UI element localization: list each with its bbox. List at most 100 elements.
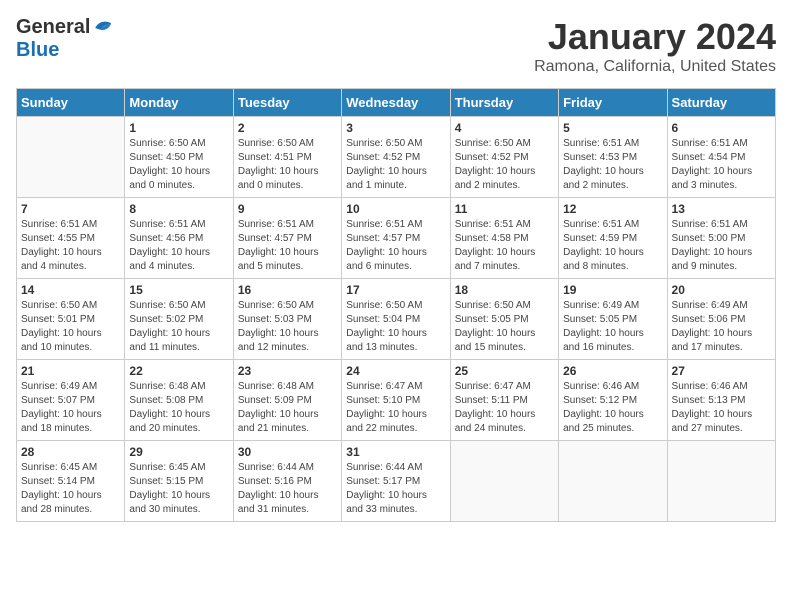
day-info: Sunrise: 6:50 AMSunset: 5:01 PMDaylight:… <box>21 299 120 355</box>
day-info: Sunrise: 6:51 AMSunset: 5:00 PMDaylight:… <box>672 218 771 274</box>
day-number: 31 <box>346 445 445 459</box>
day-info: Sunrise: 6:51 AMSunset: 4:56 PMDaylight:… <box>129 218 228 274</box>
day-info: Sunrise: 6:50 AMSunset: 4:52 PMDaylight:… <box>455 137 554 193</box>
day-info: Sunrise: 6:47 AMSunset: 5:11 PMDaylight:… <box>455 380 554 436</box>
calendar-cell: 25 Sunrise: 6:47 AMSunset: 5:11 PMDayligh… <box>450 360 558 441</box>
calendar-cell: 4Sunrise: 6:50 AMSunset: 4:52 PMDaylight… <box>450 117 558 198</box>
day-number: 9 <box>238 202 337 216</box>
day-number: 1 <box>129 121 228 135</box>
day-number: 24 <box>346 364 445 378</box>
calendar-cell: 21Sunrise: 6:49 AMSunset: 5:07 PMDayligh… <box>17 360 125 441</box>
calendar-day-header: Wednesday <box>342 89 450 117</box>
title-section: January 2024 Ramona, California, United … <box>534 16 776 76</box>
day-info: Sunrise: 6:51 AMSunset: 4:55 PMDaylight:… <box>21 218 120 274</box>
calendar-week-row: 1 Sunrise: 6:50 AMSunset: 4:50 PMDaylight… <box>17 117 776 198</box>
location-text: Ramona, California, United States <box>534 58 776 76</box>
day-info: Sunrise: 6:44 AMSunset: 5:16 PMDaylight:… <box>238 461 337 517</box>
day-number: 15 <box>129 283 228 297</box>
calendar-cell: 1 Sunrise: 6:50 AMSunset: 4:50 PMDaylight… <box>125 117 233 198</box>
logo: General Blue <box>16 16 116 62</box>
day-info: Sunrise: 6:45 AMSunset: 5:15 PMDaylight:… <box>129 461 228 517</box>
day-number: 2 <box>238 121 337 135</box>
calendar-cell: 12Sunrise: 6:51 AMSunset: 4:59 PMDayligh… <box>559 198 667 279</box>
day-number: 17 <box>346 283 445 297</box>
day-info: Sunrise: 6:50 AMSunset: 5:02 PMDaylight:… <box>129 299 228 355</box>
logo-blue-text: Blue <box>16 39 59 62</box>
calendar-cell: 7 Sunrise: 6:51 AMSunset: 4:55 PMDaylight… <box>17 198 125 279</box>
day-number: 13 <box>672 202 771 216</box>
day-number: 22 <box>129 364 228 378</box>
calendar-day-header: Monday <box>125 89 233 117</box>
calendar-cell: 13 Sunrise: 6:51 AMSunset: 5:00 PMDayligh… <box>667 198 775 279</box>
calendar-cell <box>17 117 125 198</box>
calendar-cell <box>667 441 775 522</box>
calendar-day-header: Friday <box>559 89 667 117</box>
calendar-cell: 17Sunrise: 6:50 AMSunset: 5:04 PMDayligh… <box>342 279 450 360</box>
calendar-cell: 16Sunrise: 6:50 AMSunset: 5:03 PMDayligh… <box>233 279 341 360</box>
day-number: 10 <box>346 202 445 216</box>
calendar-week-row: 14 Sunrise: 6:50 AMSunset: 5:01 PMDayligh… <box>17 279 776 360</box>
calendar-cell: 2 Sunrise: 6:50 AMSunset: 4:51 PMDaylight… <box>233 117 341 198</box>
day-number: 14 <box>21 283 120 297</box>
day-number: 5 <box>563 121 662 135</box>
day-info: Sunrise: 6:48 AMSunset: 5:08 PMDaylight:… <box>129 380 228 436</box>
day-info: Sunrise: 6:50 AMSunset: 5:05 PMDaylight:… <box>455 299 554 355</box>
calendar-cell: 8 Sunrise: 6:51 AMSunset: 4:56 PMDaylight… <box>125 198 233 279</box>
day-number: 30 <box>238 445 337 459</box>
day-info: Sunrise: 6:44 AMSunset: 5:17 PMDaylight:… <box>346 461 445 517</box>
day-number: 25 <box>455 364 554 378</box>
calendar-cell <box>559 441 667 522</box>
day-number: 6 <box>672 121 771 135</box>
day-number: 11 <box>455 202 554 216</box>
calendar-cell: 31 Sunrise: 6:44 AMSunset: 5:17 PMDayligh… <box>342 441 450 522</box>
day-info: Sunrise: 6:51 AMSunset: 4:57 PMDaylight:… <box>238 218 337 274</box>
calendar-cell: 26 Sunrise: 6:46 AMSunset: 5:12 PMDayligh… <box>559 360 667 441</box>
calendar-cell: 30 Sunrise: 6:44 AMSunset: 5:16 PMDayligh… <box>233 441 341 522</box>
day-number: 28 <box>21 445 120 459</box>
logo-general-text: General <box>16 16 90 39</box>
day-info: Sunrise: 6:51 AMSunset: 4:57 PMDaylight:… <box>346 218 445 274</box>
day-info: Sunrise: 6:46 AMSunset: 5:12 PMDaylight:… <box>563 380 662 436</box>
day-info: Sunrise: 6:51 AMSunset: 4:54 PMDaylight:… <box>672 137 771 193</box>
day-number: 26 <box>563 364 662 378</box>
calendar-day-header: Saturday <box>667 89 775 117</box>
day-number: 27 <box>672 364 771 378</box>
calendar-cell: 14 Sunrise: 6:50 AMSunset: 5:01 PMDayligh… <box>17 279 125 360</box>
day-info: Sunrise: 6:49 AMSunset: 5:06 PMDaylight:… <box>672 299 771 355</box>
calendar-cell: 29 Sunrise: 6:45 AMSunset: 5:15 PMDayligh… <box>125 441 233 522</box>
calendar-cell: 3Sunrise: 6:50 AMSunset: 4:52 PMDaylight… <box>342 117 450 198</box>
calendar-week-row: 7 Sunrise: 6:51 AMSunset: 4:55 PMDaylight… <box>17 198 776 279</box>
day-number: 12 <box>563 202 662 216</box>
calendar-cell: 5 Sunrise: 6:51 AMSunset: 4:53 PMDaylight… <box>559 117 667 198</box>
day-number: 20 <box>672 283 771 297</box>
day-info: Sunrise: 6:50 AMSunset: 4:52 PMDaylight:… <box>346 137 445 193</box>
day-info: Sunrise: 6:50 AMSunset: 4:50 PMDaylight:… <box>129 137 228 193</box>
calendar-cell: 28 Sunrise: 6:45 AMSunset: 5:14 PMDayligh… <box>17 441 125 522</box>
calendar-cell: 6 Sunrise: 6:51 AMSunset: 4:54 PMDaylight… <box>667 117 775 198</box>
page-header: General Blue January 2024 Ramona, Califo… <box>16 16 776 76</box>
calendar-cell: 23Sunrise: 6:48 AMSunset: 5:09 PMDayligh… <box>233 360 341 441</box>
calendar-cell <box>450 441 558 522</box>
calendar-cell: 10 Sunrise: 6:51 AMSunset: 4:57 PMDayligh… <box>342 198 450 279</box>
day-info: Sunrise: 6:50 AMSunset: 5:03 PMDaylight:… <box>238 299 337 355</box>
day-number: 19 <box>563 283 662 297</box>
day-info: Sunrise: 6:45 AMSunset: 5:14 PMDaylight:… <box>21 461 120 517</box>
calendar-day-header: Tuesday <box>233 89 341 117</box>
day-info: Sunrise: 6:51 AMSunset: 4:53 PMDaylight:… <box>563 137 662 193</box>
logo-bird-icon <box>92 18 116 38</box>
calendar-cell: 11Sunrise: 6:51 AMSunset: 4:58 PMDayligh… <box>450 198 558 279</box>
calendar-header-row: SundayMondayTuesdayWednesdayThursdayFrid… <box>17 89 776 117</box>
day-info: Sunrise: 6:46 AMSunset: 5:13 PMDaylight:… <box>672 380 771 436</box>
calendar-week-row: 28 Sunrise: 6:45 AMSunset: 5:14 PMDayligh… <box>17 441 776 522</box>
day-number: 18 <box>455 283 554 297</box>
day-number: 29 <box>129 445 228 459</box>
calendar-cell: 20 Sunrise: 6:49 AMSunset: 5:06 PMDayligh… <box>667 279 775 360</box>
calendar-week-row: 21Sunrise: 6:49 AMSunset: 5:07 PMDayligh… <box>17 360 776 441</box>
day-number: 7 <box>21 202 120 216</box>
day-info: Sunrise: 6:50 AMSunset: 4:51 PMDaylight:… <box>238 137 337 193</box>
day-number: 8 <box>129 202 228 216</box>
calendar-cell: 27 Sunrise: 6:46 AMSunset: 5:13 PMDayligh… <box>667 360 775 441</box>
calendar-cell: 19Sunrise: 6:49 AMSunset: 5:05 PMDayligh… <box>559 279 667 360</box>
calendar-table: SundayMondayTuesdayWednesdayThursdayFrid… <box>16 88 776 522</box>
day-number: 21 <box>21 364 120 378</box>
